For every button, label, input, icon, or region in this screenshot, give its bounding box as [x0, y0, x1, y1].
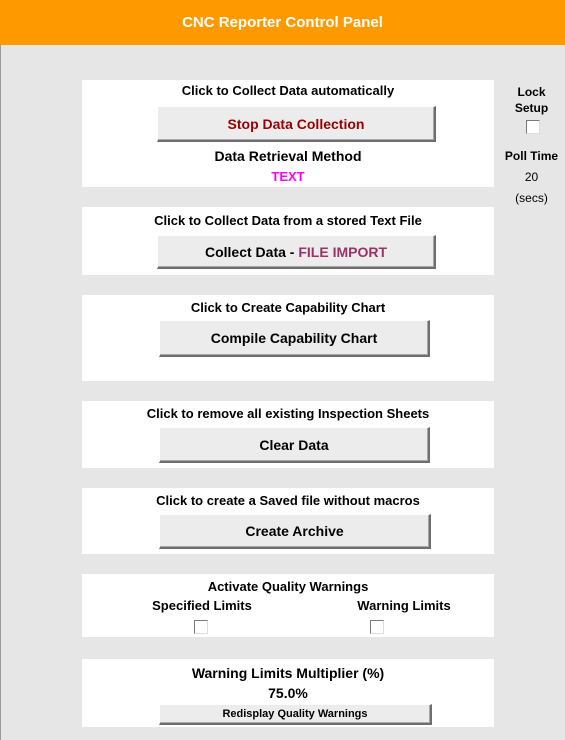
clear-data-heading: Click to remove all existing Inspection …: [146, 406, 430, 421]
collect-auto-heading: Click to Collect Data automatically: [181, 83, 395, 98]
file-import-heading: Click to Collect Data from a stored Text…: [154, 213, 422, 228]
title-bar: CNC Reporter Control Panel: [0, 0, 565, 45]
collect-data-file-import-button[interactable]: Collect Data - FILE IMPORT: [157, 235, 436, 269]
stop-data-collection-button[interactable]: Stop Data Collection: [157, 106, 436, 142]
archive-panel: Click to create a Saved file without mac…: [82, 488, 494, 554]
warning-limits-label: Warning Limits: [357, 598, 451, 613]
data-retrieval-method-value: TEXT: [271, 169, 305, 184]
quality-warnings-panel: Activate Quality Warnings Specified Limi…: [82, 574, 494, 637]
collect-auto-panel: Click to Collect Data automatically Stop…: [82, 80, 494, 187]
create-archive-button[interactable]: Create Archive: [159, 514, 431, 549]
compile-capability-chart-button[interactable]: Compile Capability Chart: [159, 320, 430, 357]
multiplier-heading: Warning Limits Multiplier (%): [191, 665, 385, 681]
warning-limits-checkbox[interactable]: [370, 620, 384, 634]
specified-limits-label: Specified Limits: [152, 598, 252, 613]
poll-time-value: 20: [524, 170, 539, 184]
archive-heading: Click to create a Saved file without mac…: [156, 493, 420, 508]
multiplier-value: 75.0%: [268, 685, 308, 701]
specified-limits-checkbox[interactable]: [194, 620, 208, 634]
clear-data-panel: Click to remove all existing Inspection …: [82, 401, 494, 468]
clear-data-button[interactable]: Clear Data: [159, 427, 430, 463]
capability-panel: Click to Create Capability Chart Compile…: [82, 295, 494, 381]
panel-title: CNC Reporter Control Panel: [182, 14, 383, 31]
poll-time-unit: (secs): [515, 191, 548, 205]
file-import-label: FILE IMPORT: [298, 243, 388, 260]
poll-time-label: Poll Time: [504, 149, 559, 163]
lock-setup-checkbox[interactable]: [526, 120, 540, 134]
collect-data-prefix: Collect Data -: [204, 243, 299, 260]
data-retrieval-method-label: Data Retrieval Method: [214, 148, 362, 164]
left-border: [0, 45, 1, 740]
lock-setup-label-2: Setup: [514, 101, 549, 115]
multiplier-panel: Warning Limits Multiplier (%) 75.0% Redi…: [82, 659, 494, 727]
redisplay-quality-warnings-button[interactable]: Redisplay Quality Warnings: [159, 704, 432, 725]
quality-warnings-heading: Activate Quality Warnings: [207, 579, 369, 594]
capability-heading: Click to Create Capability Chart: [190, 300, 386, 315]
file-import-panel: Click to Collect Data from a stored Text…: [82, 207, 494, 275]
lock-setup-label-1: Lock: [517, 85, 546, 99]
